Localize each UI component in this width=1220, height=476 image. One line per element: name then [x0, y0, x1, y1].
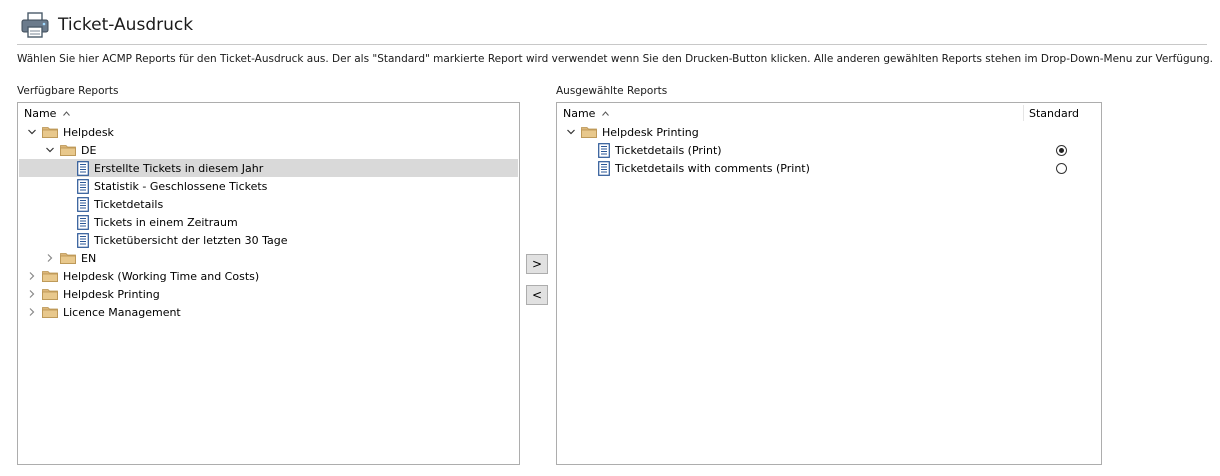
- tree-item-label: Ticketübersicht der letzten 30 Tage: [94, 233, 288, 247]
- tree-report-row[interactable]: Erstellte Tickets in diesem Jahr: [19, 159, 518, 177]
- tree-folder-row[interactable]: DE: [19, 141, 518, 159]
- selected-reports-label: Ausgewählte Reports: [556, 85, 668, 97]
- tree-report-row[interactable]: Ticketübersicht der letzten 30 Tage: [19, 231, 518, 249]
- tree-item-label: Licence Management: [63, 305, 181, 319]
- report-icon: [77, 160, 89, 176]
- page-header: Ticket-Ausdruck: [20, 10, 193, 40]
- tree-folder-row[interactable]: EN: [19, 249, 518, 267]
- tree-item-label: EN: [81, 251, 97, 265]
- folder-icon: [42, 271, 58, 282]
- report-icon: [77, 232, 89, 248]
- folder-icon: [60, 253, 76, 264]
- tree-report-row[interactable]: Ticketdetails with comments (Print): [558, 159, 1100, 177]
- standard-radio[interactable]: [1056, 145, 1067, 156]
- report-icon: [598, 142, 610, 158]
- folder-icon: [60, 145, 76, 156]
- chevron-right-icon[interactable]: [27, 307, 37, 317]
- header-divider: [17, 44, 1207, 45]
- tree-folder-row[interactable]: Helpdesk (Working Time and Costs): [19, 267, 518, 285]
- radio-checked-dot: [1059, 148, 1064, 153]
- tree-item-label: Tickets in einem Zeitraum: [94, 215, 238, 229]
- page-title: Ticket-Ausdruck: [58, 15, 194, 35]
- report-icon: [77, 196, 89, 212]
- add-report-button[interactable]: >: [526, 254, 548, 274]
- tree-report-row[interactable]: Statistik - Geschlossene Tickets: [19, 177, 518, 195]
- tree-item-label: Ticketdetails: [94, 197, 164, 211]
- tree-item-label: DE: [81, 143, 97, 157]
- tree-item-label: Ticketdetails (Print): [615, 143, 722, 157]
- standard-radio[interactable]: [1056, 163, 1067, 174]
- sort-ascending-icon: [63, 110, 71, 116]
- sort-ascending-icon: [602, 110, 610, 116]
- column-separator: [1023, 105, 1024, 121]
- tree-item-label: Helpdesk (Working Time and Costs): [63, 269, 260, 283]
- tree-item-label: Helpdesk Printing: [602, 125, 699, 139]
- tree-report-row[interactable]: Ticketdetails (Print): [558, 141, 1100, 159]
- chevron-down-icon[interactable]: [27, 127, 37, 137]
- tree-item-label: Helpdesk Printing: [63, 287, 160, 301]
- report-icon: [77, 178, 89, 194]
- column-header-name[interactable]: Name: [557, 103, 1101, 123]
- tree-report-row[interactable]: Ticketdetails: [19, 195, 518, 213]
- tree-item-label: Ticketdetails with comments (Print): [615, 161, 810, 175]
- folder-icon: [42, 307, 58, 318]
- tree-item-label: Helpdesk: [63, 125, 114, 139]
- tree-item-label: Statistik - Geschlossene Tickets: [94, 179, 268, 193]
- report-icon: [598, 160, 610, 176]
- chevron-down-icon[interactable]: [45, 145, 55, 155]
- column-header-name[interactable]: Name: [18, 103, 519, 123]
- chevron-right-icon[interactable]: [45, 253, 55, 263]
- tree-folder-row[interactable]: Licence Management: [19, 303, 518, 321]
- chevron-right-icon[interactable]: [27, 271, 37, 281]
- selected-reports-tree[interactable]: Name Standard Helpdesk Printing Ticketdet…: [556, 102, 1102, 465]
- folder-icon: [581, 127, 597, 138]
- tree-folder-row[interactable]: Helpdesk: [19, 123, 518, 141]
- description-text: Wählen Sie hier ACMP Reports für den Tic…: [17, 53, 1213, 65]
- folder-icon: [42, 289, 58, 300]
- column-name-label: Name: [24, 106, 57, 120]
- tree-item-label: Erstellte Tickets in diesem Jahr: [94, 161, 264, 175]
- folder-icon: [42, 127, 58, 138]
- chevron-down-icon[interactable]: [566, 127, 576, 137]
- chevron-right-icon[interactable]: [27, 289, 37, 299]
- tree-report-row[interactable]: Tickets in einem Zeitraum: [19, 213, 518, 231]
- tree-folder-row[interactable]: Helpdesk Printing: [558, 123, 1100, 141]
- printer-icon: [21, 12, 49, 38]
- available-reports-label: Verfügbare Reports: [17, 85, 119, 97]
- column-name-label: Name: [563, 106, 596, 120]
- column-header-standard[interactable]: Standard: [1029, 107, 1079, 120]
- tree-folder-row[interactable]: Helpdesk Printing: [19, 285, 518, 303]
- available-reports-tree[interactable]: Name Helpdesk DE Erstellte Tickets in dies…: [17, 102, 520, 465]
- remove-report-button[interactable]: <: [526, 285, 548, 305]
- report-icon: [77, 214, 89, 230]
